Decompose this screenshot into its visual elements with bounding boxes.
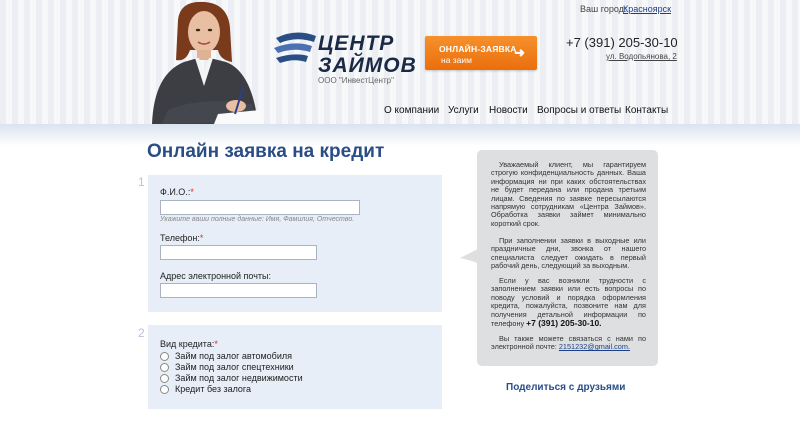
page-title: Онлайн заявка на кредит [147, 141, 385, 162]
nav-item-about[interactable]: О компании [384, 105, 439, 116]
address-link[interactable]: ул. Водопьянова, 2 [606, 52, 677, 61]
radio-button[interactable] [160, 363, 169, 372]
header-band [0, 124, 800, 146]
info-paragraph-2: При заполнении заявки в выходные или пра… [491, 236, 646, 271]
step-number-1: 1 [138, 175, 145, 189]
fio-hint: Укажите ваши полные данные: Имя, Фамилия… [160, 216, 355, 223]
fio-label: Ф.И.О.:* [160, 187, 194, 197]
phone-input[interactable] [160, 245, 317, 260]
email-label: Адрес электронной почты: [160, 271, 272, 281]
nav-item-faq[interactable]: Вопросы и ответы [537, 105, 621, 116]
logo-subtitle: ООО "ИнвестЦентр" [318, 76, 394, 85]
radio-button[interactable] [160, 374, 169, 383]
email-input[interactable] [160, 283, 317, 298]
fio-input[interactable] [160, 200, 360, 215]
share-with-friends[interactable]: Поделиться с друзьями [506, 382, 625, 393]
cta-label: ОНЛАЙН-ЗАЯВКА [439, 44, 517, 54]
step-number-2: 2 [138, 326, 145, 340]
info-email-link[interactable]: 2151232@gmail.com. [559, 342, 630, 351]
info-phone: +7 (391) 205-30-10. [526, 318, 602, 329]
credit-option-label: Кредит без залога [175, 384, 252, 394]
radio-button[interactable] [160, 385, 169, 394]
consultant-photo [140, 0, 265, 124]
online-application-button[interactable]: ОНЛАЙН-ЗАЯВКА на заим ➜ [425, 36, 537, 70]
nav-item-contacts[interactable]: Контакты [625, 105, 668, 116]
logo-line1: ЦЕНТР [318, 32, 395, 55]
city-label: Ваш город: [580, 4, 627, 14]
nav-item-news[interactable]: Новости [489, 105, 528, 116]
header-phone: +7 (391) 205-30-10 [566, 35, 678, 50]
cta-sublabel: на заим [441, 55, 472, 65]
info-paragraph-1: Уважаемый клиент, мы гарантируем строгую… [491, 160, 646, 228]
info-paragraph-3: Если у вас возникли трудности с заполнен… [491, 276, 646, 329]
logo-line2: ЗАЙМОВ [318, 54, 417, 77]
company-logo[interactable]: ЦЕНТР ЗАЙМОВ ООО "ИнвестЦентр" [272, 26, 416, 86]
logo-mark-icon [274, 32, 316, 63]
phone-label: Телефон:* [160, 233, 204, 243]
radio-button[interactable] [160, 352, 169, 361]
credit-type-label: Вид кредита:* [160, 339, 218, 349]
privacy-info-box: Уважаемый клиент, мы гарантируем строгую… [477, 150, 658, 366]
city-selector-link[interactable]: Красноярск [623, 4, 671, 14]
credit-option-label: Займ под залог автомобиля [175, 351, 292, 361]
credit-option-label: Займ под залог недвижимости [175, 373, 303, 383]
info-paragraph-4: Вы также можете связаться с нами по элек… [491, 334, 646, 352]
arrow-right-icon: ➜ [514, 45, 525, 60]
nav-item-services[interactable]: Услуги [448, 105, 479, 116]
credit-option-label: Займ под залог спецтехники [175, 362, 294, 372]
